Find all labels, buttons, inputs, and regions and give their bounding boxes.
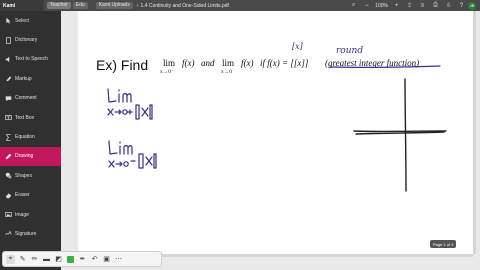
sidebar-item-label: Select [15, 17, 29, 24]
zoom-out-icon[interactable]: − [363, 2, 370, 9]
tab-edu[interactable]: Edu [72, 2, 88, 9]
tab-teacher[interactable]: Teacher [47, 2, 71, 9]
active-color-swatch [67, 255, 74, 263]
share-icon[interactable]: ⇪ [406, 2, 413, 9]
sidebar-item-dictionary[interactable]: Dictionary [0, 30, 61, 49]
fx-right: f(x) [241, 58, 254, 68]
top-bar: Kami Teacher Edu Kami Uploads › 1.4 Cont… [0, 0, 480, 11]
color-swatch[interactable] [66, 255, 75, 264]
drawing-toolbar: ⌖ ✎ ✏ ▬ ◩ ✒ ↶ ▣ ⋯ [2, 251, 162, 267]
sidebar-item-text-box[interactable]: Text Box [0, 108, 61, 127]
select-tool-icon[interactable]: ⌖ [6, 254, 15, 264]
app-logo[interactable]: Kami [0, 0, 44, 11]
image-icon [4, 211, 12, 219]
document-canvas[interactable]: Ex) Find lim x→0⁻ f(x) and lim x→0 f(x) … [78, 11, 473, 254]
if-clause: if f(x) = [[x]] [260, 58, 309, 68]
speaker-icon [4, 55, 12, 63]
sidebar-item-equation[interactable]: Equation [0, 127, 61, 146]
breadcrumb-separator: › [136, 2, 139, 9]
sidebar-item-label: Image [15, 211, 29, 218]
pen-icon [4, 152, 12, 160]
download-icon[interactable]: ⇩ [445, 2, 452, 9]
handwritten-limit-left [108, 140, 157, 169]
problem-heading: Ex) Find [96, 57, 148, 73]
marker-icon[interactable]: ▬ [42, 255, 51, 264]
handwritten-axes [353, 78, 447, 192]
sidebar-item-label: Drawing [15, 153, 34, 160]
equation-icon [4, 133, 12, 141]
handwritten-limit-right [107, 88, 153, 120]
document-page[interactable]: Ex) Find lim x→0⁻ f(x) and lim x→0 f(x) … [78, 11, 473, 254]
menu-icon[interactable]: ≡ [419, 2, 426, 9]
sidebar-item-label: Text to Speech [15, 56, 49, 63]
handwritten-bracket-x: [x] [292, 42, 304, 51]
sidebar-item-label: Eraser [15, 192, 30, 199]
zoom-in-icon[interactable]: + [393, 2, 400, 9]
page-indicator: Page 1 of 1 [430, 240, 457, 248]
sidebar-item-label: Equation [15, 134, 35, 141]
sidebar-item-label: Comment [15, 95, 37, 102]
sidebar-item-markup[interactable]: Markup [0, 69, 61, 88]
comment-icon [4, 94, 12, 102]
sidebar-item-drawing[interactable]: Drawing [0, 146, 61, 167]
tab-kami-uploads[interactable]: Kami Uploads [95, 2, 133, 9]
lim-right: lim [222, 58, 234, 68]
sidebar-item-label: Text Box [15, 114, 35, 121]
cursor-icon [4, 17, 12, 25]
stamp-icon[interactable]: ▣ [102, 255, 111, 264]
sidebar-item-label: Dictionary [15, 37, 38, 44]
help-icon[interactable]: ? [458, 2, 465, 9]
sidebar-item-text-to-speech[interactable]: Text to Speech [0, 50, 61, 69]
shapes-icon [4, 172, 12, 180]
sidebar-item-select[interactable]: Select [0, 11, 61, 30]
sidebar-item-label: Signature [15, 230, 37, 237]
pen-icon[interactable]: ✎ [18, 255, 27, 264]
zoom-level[interactable]: 100% [375, 3, 388, 9]
tool-sidebar: Select Dictionary Text to Speech Markup … [0, 11, 61, 270]
sidebar-item-signature[interactable]: Signature [0, 224, 61, 243]
eraser-icon [4, 191, 12, 199]
textbox-icon [4, 114, 12, 122]
pencil-icon[interactable]: ✏ [30, 255, 39, 264]
sidebar-item-image[interactable]: Image [0, 205, 61, 224]
handwritten-round: round [336, 46, 363, 56]
print-icon[interactable]: ⎙ [432, 2, 439, 9]
document-filename[interactable]: 1.4 Continuity and One-Sided Limits.pdf [141, 3, 229, 9]
signature-icon [4, 230, 12, 238]
fx-left: f(x) [182, 58, 195, 68]
sidebar-item-label: Shapes [15, 172, 32, 179]
sidebar-item-eraser[interactable]: Eraser [0, 186, 61, 205]
lim-right-subscript: x→0 [221, 69, 232, 75]
sidebar-item-label: Markup [15, 75, 32, 82]
lim-left-subscript: x→0⁻ [160, 69, 174, 75]
eraser-icon[interactable]: ◩ [54, 255, 63, 264]
and-word: and [201, 58, 215, 68]
highlighter-icon [4, 75, 12, 83]
ink-icon[interactable]: ✒ [78, 255, 87, 264]
more-icon[interactable]: ⋯ [114, 255, 123, 264]
undo-icon[interactable]: ↶ [90, 255, 99, 264]
search-icon[interactable]: ⌕ [350, 2, 357, 9]
sidebar-item-comment[interactable]: Comment [0, 89, 61, 108]
book-icon [4, 36, 12, 44]
vertical-scrollbar[interactable] [473, 11, 476, 254]
sidebar-item-shapes[interactable]: Shapes [0, 166, 61, 185]
user-avatar[interactable]: JB [468, 1, 476, 10]
lim-left: lim [163, 58, 175, 68]
